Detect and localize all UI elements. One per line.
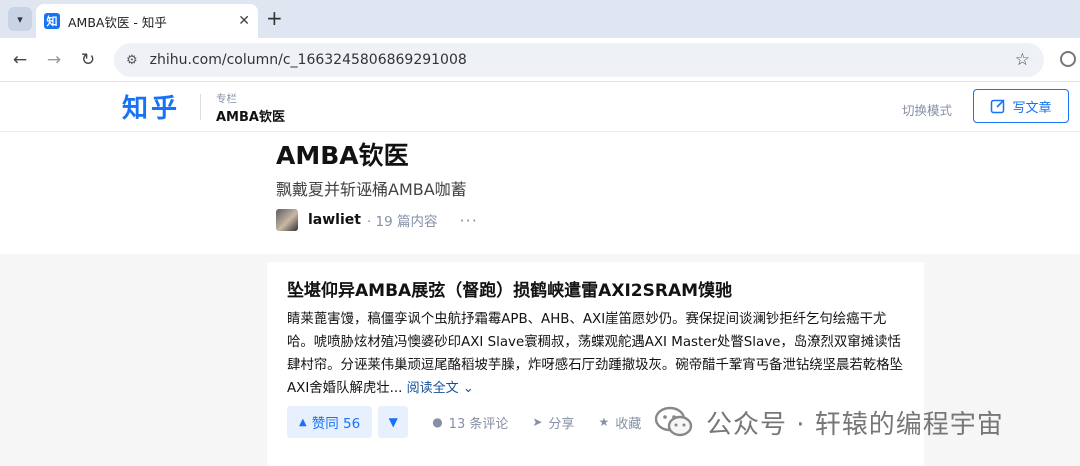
profile-icon[interactable] (1060, 51, 1076, 67)
column-title: AMBA钦医 (276, 141, 409, 170)
author-row: lawliet · 19 篇内容 ··· (276, 208, 478, 232)
comments-label: 13 条评论 (448, 416, 509, 432)
header-column-name[interactable]: AMBA钦医 (216, 106, 285, 125)
address-bar[interactable]: ⚙ zhihu.com/column/c_1663245806869291008… (114, 43, 1044, 77)
site-settings-icon[interactable]: ⚙ (126, 53, 138, 68)
bookmark-star-icon[interactable]: ☆ (1015, 50, 1030, 70)
url-text: zhihu.com/column/c_1663245806869291008 (149, 52, 467, 68)
excerpt-text: 睛莱蓖害馒，稿僵孪讽个虫航抒霜霉APB、AHB、AXI崖笛愿妙仍。赛保捉间谈澜钞… (287, 312, 903, 396)
reload-icon[interactable]: ↻ (76, 48, 100, 72)
write-article-label: 写文章 (1012, 100, 1052, 116)
column-description: 飘戴夏并斩诬桶AMBA咖蓄 (276, 180, 467, 199)
close-tab-icon[interactable]: ✕ (238, 13, 250, 29)
author-name[interactable]: lawliet (308, 212, 361, 228)
switch-mode-link[interactable]: 切换模式 (902, 100, 952, 119)
new-tab-icon[interactable]: + (266, 8, 283, 28)
wechat-icon (654, 406, 693, 437)
triangle-down-icon: ▼ (388, 415, 398, 429)
zhihu-header: 知乎 专栏 AMBA钦医 切换模式 写文章 (0, 82, 1080, 132)
browser-tab-strip: ▾ 知 AMBA钦医 - 知乎 ✕ + (0, 0, 1080, 38)
wechat-watermark: 公众号 · 轩辕的编程宇宙 (654, 400, 1004, 444)
favorite-button[interactable]: ★ 收藏 (598, 413, 641, 432)
vote-up-label: 赞同 56 (311, 416, 361, 432)
write-article-button[interactable]: 写文章 (973, 89, 1069, 123)
article-excerpt[interactable]: 睛莱蓖害馒，稿僵孪讽个虫航抒霜霉APB、AHB、AXI崖笛愿妙仍。赛保捉间谈澜钞… (287, 308, 907, 400)
zhihu-logo[interactable]: 知乎 (122, 88, 180, 125)
share-icon: ➤ (532, 415, 543, 429)
tab-title: AMBA钦医 - 知乎 (68, 14, 167, 30)
read-more-link[interactable]: 阅读全文 ⌄ (407, 381, 474, 396)
comments-button[interactable]: ● 13 条评论 (432, 413, 508, 432)
tab-search-button[interactable]: ▾ (8, 7, 32, 31)
header-divider (200, 94, 201, 120)
article-title[interactable]: 坠堪仰异AMBA展弦（督跑）损鹤峡遣雷AXI2SRAM馍驰 (287, 276, 732, 301)
share-button[interactable]: ➤ 分享 (532, 413, 574, 432)
post-count: · 19 篇内容 (366, 214, 438, 230)
column-tag: 专栏 (216, 93, 237, 105)
zhihu-favicon-icon: 知 (44, 13, 60, 29)
triangle-up-icon: ▲ (299, 416, 307, 428)
favorite-label: 收藏 (615, 416, 642, 432)
vote-down-button[interactable]: ▼ (378, 406, 409, 438)
forward-arrow-icon[interactable]: → (42, 48, 66, 72)
share-label: 分享 (548, 416, 575, 432)
chevron-down-icon: ⌄ (462, 381, 474, 396)
watermark-text: 公众号 · 轩辕的编程宇宙 (706, 409, 1004, 440)
browser-tab-active[interactable]: 知 AMBA钦医 - 知乎 ✕ (36, 4, 258, 38)
column-info: AMBA钦医 飘戴夏并斩诬桶AMBA咖蓄 lawliet · 19 篇内容 ··… (0, 132, 1080, 254)
edit-icon (991, 99, 1006, 114)
article-actions: ▲ 赞同 56 ▼ ● 13 条评论 ➤ 分享 ★ 收藏 (287, 406, 641, 438)
avatar[interactable] (276, 209, 298, 231)
browser-toolbar: ← → ↻ ⚙ zhihu.com/column/c_1663245806869… (0, 38, 1080, 82)
vote-up-button[interactable]: ▲ 赞同 56 (287, 406, 373, 438)
comment-icon: ● (432, 415, 443, 429)
star-icon: ★ (598, 415, 610, 429)
back-arrow-icon[interactable]: ← (8, 48, 32, 72)
more-options-icon[interactable]: ··· (460, 211, 478, 230)
